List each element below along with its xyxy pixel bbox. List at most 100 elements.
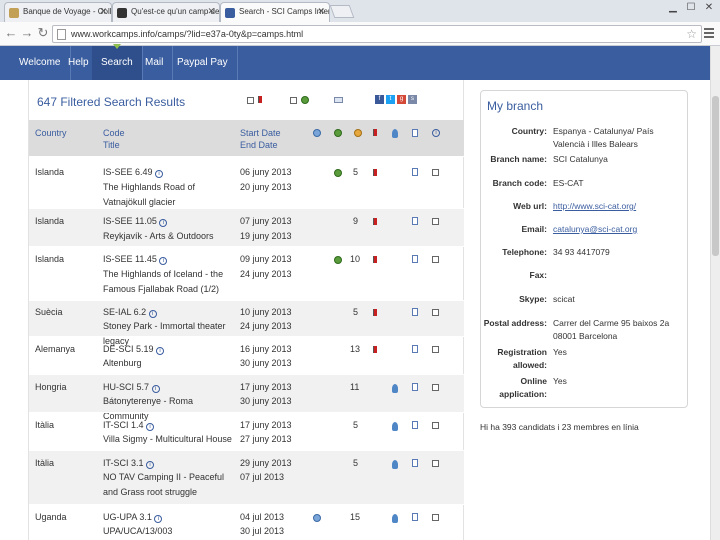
table-row[interactable]: Islanda IS-SEE 11.05 i Reykjavík - Arts … (29, 208, 464, 246)
twitter-icon[interactable]: t (386, 95, 395, 104)
close-tab-icon[interactable]: ✕ (317, 6, 325, 17)
row-checkbox[interactable] (432, 422, 439, 429)
table-row[interactable]: Islanda IS-SEE 11.45 i The Highlands of … (29, 246, 464, 300)
row-title[interactable]: The Highlands of Iceland - the Famous Fj… (103, 267, 233, 297)
row-code[interactable]: IS-SEE 11.45 i (103, 252, 168, 267)
document-icon[interactable] (412, 217, 418, 225)
row-checkbox[interactable] (432, 218, 439, 225)
select-checkbox[interactable] (290, 97, 297, 104)
col-title[interactable]: Title (103, 140, 120, 151)
row-code[interactable]: IS-SEE 11.05 i (103, 214, 168, 229)
row-start: 07 juny 2013 (240, 216, 292, 226)
document-icon[interactable] (412, 513, 418, 521)
row-title[interactable]: Reykjavík - Arts & Outdoors (103, 229, 233, 244)
table-row[interactable]: Islanda IS-SEE 6.49 i The Highlands Road… (29, 156, 464, 208)
row-code[interactable]: IT-SCI 3.1 i (103, 456, 155, 471)
row-checkbox[interactable] (432, 309, 439, 316)
info-icon[interactable]: i (159, 219, 168, 227)
row-checkbox[interactable] (432, 169, 439, 176)
info-icon[interactable]: i (148, 310, 157, 318)
flag-icon (373, 256, 377, 263)
back-icon[interactable]: ← (4, 26, 18, 40)
forward-icon[interactable]: → (20, 26, 34, 40)
share-icon[interactable]: s (408, 95, 417, 104)
row-code[interactable]: UG-UPA 3.1 i (103, 510, 163, 525)
info-icon[interactable]: i (146, 423, 155, 431)
reload-icon[interactable]: ↻ (36, 26, 50, 40)
document-icon[interactable] (412, 421, 418, 429)
google-plus-icon[interactable]: g (397, 95, 406, 104)
scrollbar-thumb[interactable] (712, 96, 719, 256)
row-country: Itàlia (35, 420, 55, 430)
row-title[interactable]: UPA/UCA/13/003 (103, 524, 233, 539)
branch-web-link[interactable]: http://www.sci-cat.org/ (553, 200, 685, 213)
bookmark-star-icon[interactable]: ☆ (686, 27, 697, 41)
maximize-icon[interactable]: ☐ (684, 2, 698, 13)
document-icon[interactable] (412, 255, 418, 263)
info-icon[interactable]: i (159, 257, 168, 265)
row-title[interactable]: NO TAV Camping II - Peaceful and Grass r… (103, 470, 233, 500)
table-row[interactable]: Uganda UG-UPA 3.1 i UPA/UCA/13/003 04 ju… (29, 504, 464, 540)
close-tab-icon[interactable]: ✕ (207, 6, 215, 17)
row-country: Islanda (35, 216, 65, 226)
document-icon[interactable] (412, 345, 418, 353)
document-icon[interactable] (412, 383, 418, 391)
row-title[interactable]: Villa Sigmy - Multicultural House (103, 432, 233, 447)
row-code[interactable]: SE-IAL 6.2 i (103, 305, 157, 320)
table-row[interactable]: Itàlia IT-SCI 3.1 i NO TAV Camping II - … (29, 450, 464, 504)
my-branch-panel: My branch Country: Espanya - Catalunya/ … (480, 90, 688, 408)
address-bar[interactable]: www.workcamps.info/camps/?lid=e37a-0ty&p… (52, 25, 702, 43)
browser-tab-2[interactable]: Qu'est-ce qu'un camp de volonta ✕ (112, 2, 220, 22)
table-row[interactable]: Suècia SE-IAL 6.2 i Stoney Park - Immort… (29, 300, 464, 346)
branch-value: scicat (553, 294, 575, 304)
info-icon[interactable]: i (151, 385, 160, 393)
row-title[interactable]: Altenburg (103, 356, 233, 371)
document-icon[interactable] (412, 168, 418, 176)
browser-toolbar: ← → ↻ www.workcamps.info/camps/?lid=e37a… (0, 22, 720, 46)
info-icon[interactable]: i (156, 347, 165, 355)
info-icon[interactable]: i (154, 515, 163, 523)
row-checkbox[interactable] (432, 346, 439, 353)
col-start-date[interactable]: Start Date (240, 128, 281, 139)
row-start: 09 juny 2013 (240, 254, 292, 264)
row-code[interactable]: DE-SCI 5.19 i (103, 342, 165, 357)
close-tab-icon[interactable]: ✕ (99, 6, 107, 17)
browser-tab-1[interactable]: Banque de Voyage - Collec ✕ (4, 2, 112, 22)
branch-email-link[interactable]: catalunya@sci-cat.org (553, 223, 685, 236)
table-row[interactable]: Itàlia IT-SCI 1.4 i Villa Sigmy - Multic… (29, 412, 464, 450)
row-code[interactable]: IS-SEE 6.49 i (103, 165, 164, 180)
row-start: 16 juny 2013 (240, 344, 292, 354)
flag-icon[interactable] (258, 96, 262, 103)
row-code[interactable]: IT-SCI 1.4 i (103, 418, 155, 433)
row-country: Alemanya (35, 344, 76, 354)
close-window-icon[interactable]: ✕ (702, 2, 716, 13)
new-tab-button[interactable] (329, 5, 355, 18)
minimize-icon[interactable]: ▁ (666, 2, 680, 13)
col-code[interactable]: Code (103, 128, 125, 139)
table-row[interactable]: Alemanya DE-SCI 5.19 i Altenburg 16 juny… (29, 336, 464, 374)
col-end-date[interactable]: End Date (240, 140, 278, 151)
facebook-icon[interactable]: f (375, 95, 384, 104)
menu-icon[interactable] (704, 28, 714, 38)
col-country[interactable]: Country (35, 128, 67, 139)
globe-icon[interactable] (301, 96, 309, 104)
info-icon[interactable]: i (146, 461, 155, 469)
row-title[interactable]: The Highlands Road of Vatnajökull glacie… (103, 180, 233, 210)
browser-tab-3[interactable]: Search - SCI Camps Internation ✕ (220, 2, 330, 22)
scrollbar[interactable] (710, 46, 720, 540)
table-row[interactable]: Hongria HU-SCI 5.7 i Bátonyterenye - Rom… (29, 374, 464, 421)
row-checkbox[interactable] (432, 460, 439, 467)
green-globe-icon (334, 256, 342, 264)
row-checkbox[interactable] (432, 514, 439, 521)
nav-paypal[interactable]: Paypal Pay (168, 46, 238, 80)
document-icon[interactable] (412, 308, 418, 316)
row-code[interactable]: HU-SCI 5.7 i (103, 380, 160, 395)
document-icon[interactable] (412, 459, 418, 467)
branch-label: Email: (521, 224, 547, 234)
mail-icon[interactable] (334, 97, 343, 103)
info-icon[interactable]: i (155, 170, 164, 178)
info-icon: i (432, 129, 440, 137)
row-checkbox[interactable] (432, 384, 439, 391)
row-checkbox[interactable] (432, 256, 439, 263)
select-all-checkbox[interactable] (247, 97, 254, 104)
